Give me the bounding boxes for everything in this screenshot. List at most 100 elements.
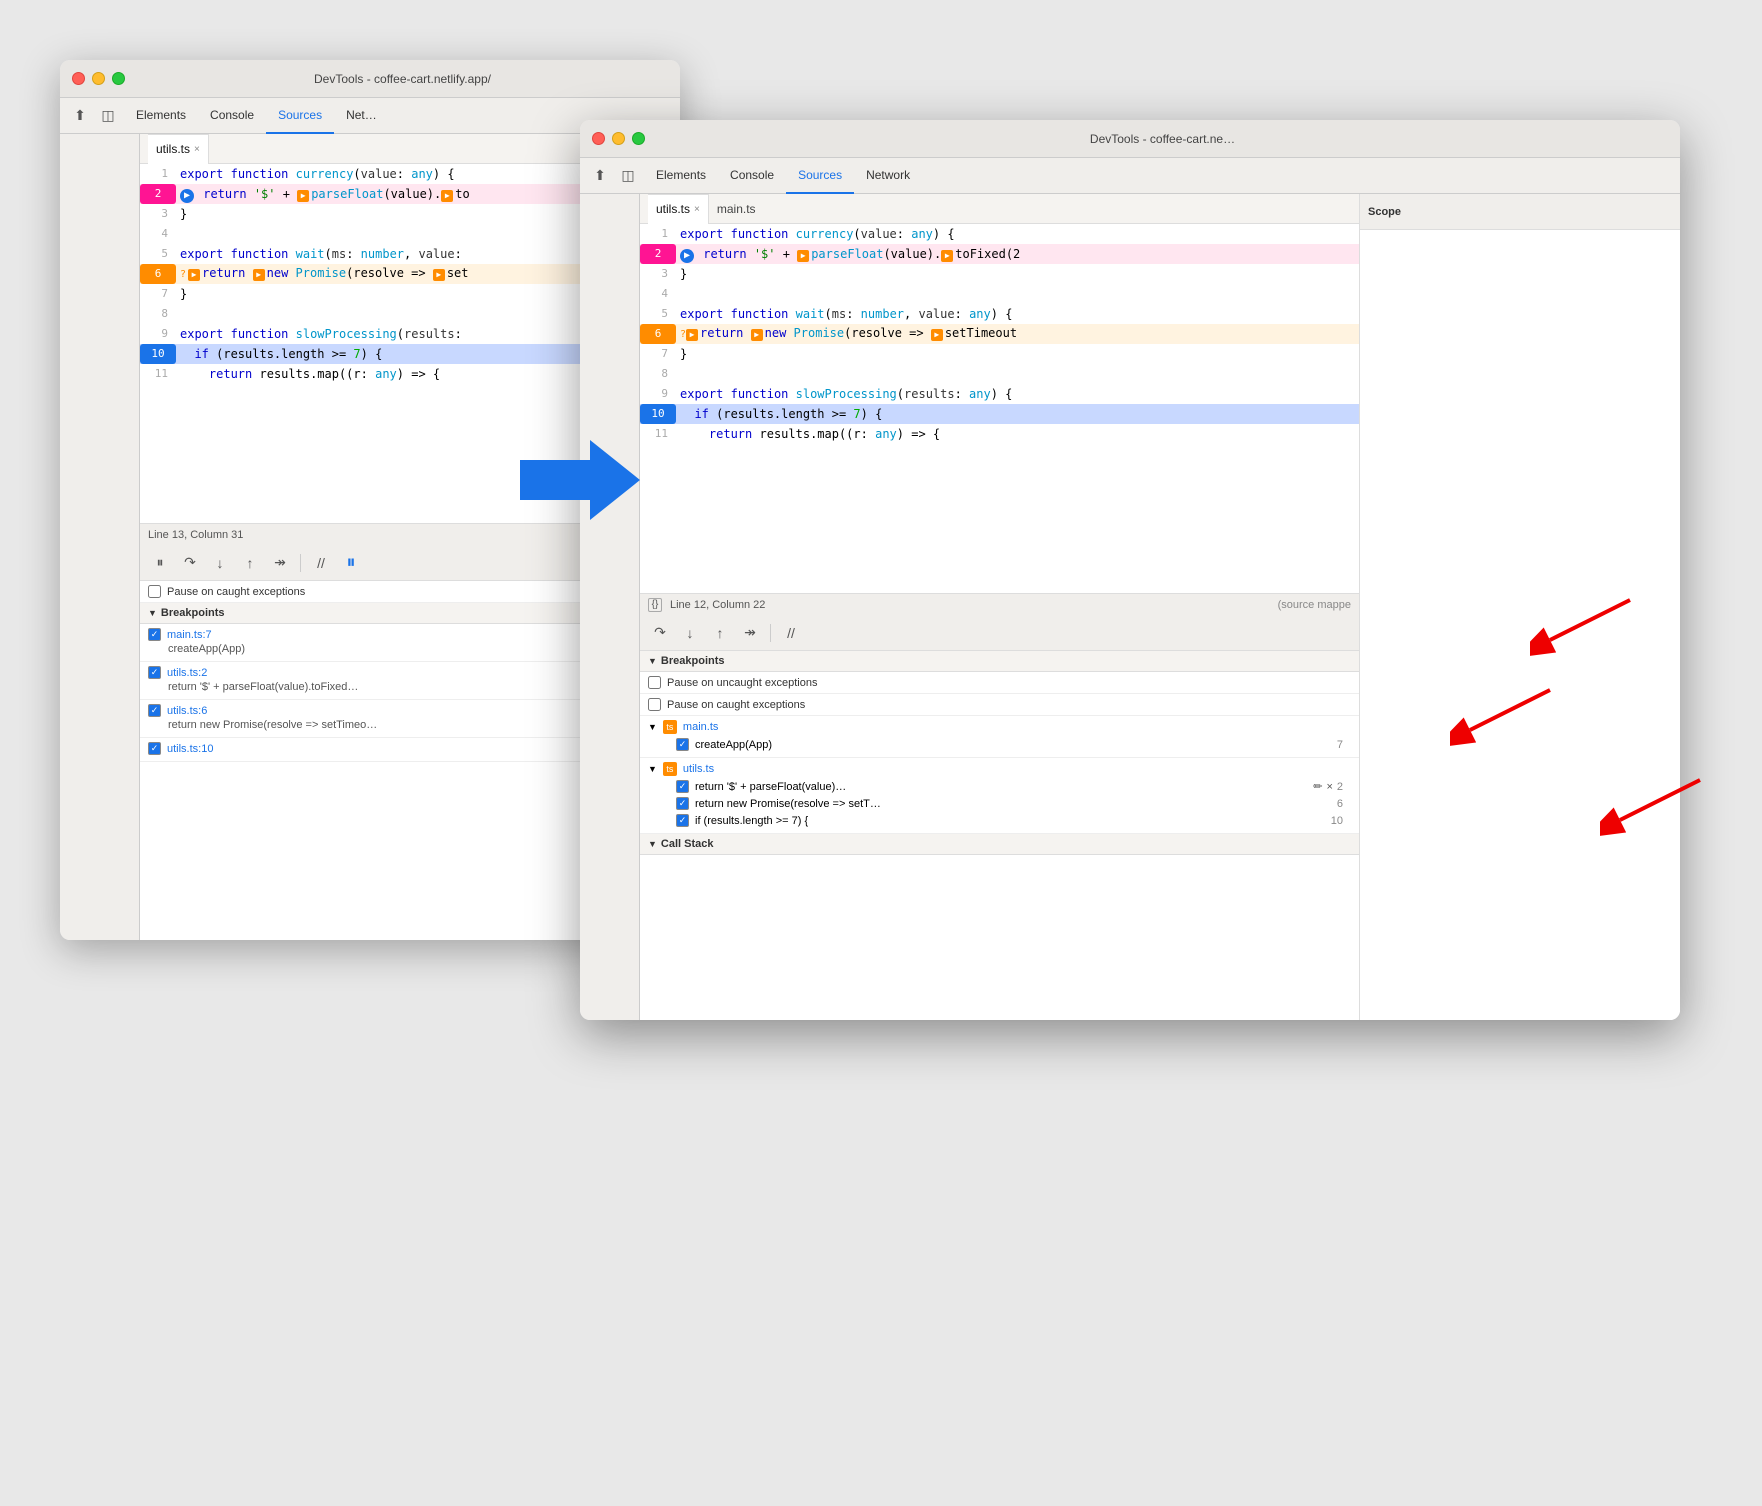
front-tab-elements[interactable]: Elements [644, 158, 718, 194]
front-sources-panel: utils.ts × main.ts 1 export function cur… [580, 194, 1680, 1020]
front-tab-network[interactable]: Network [854, 158, 922, 194]
main-bp-checkbox[interactable]: ✓ [148, 628, 161, 641]
front-breakpoints-arrow-icon: ▼ [648, 656, 657, 666]
front-pause-caught: Pause on caught exceptions [640, 694, 1359, 716]
createapp-line: 7 [1337, 739, 1343, 751]
step-into-button[interactable]: ↓ [208, 551, 232, 575]
utils6-checkbox[interactable]: ✓ [676, 797, 689, 810]
back-window-title: DevTools - coffee-cart.netlify.app/ [137, 72, 668, 86]
front-layers-icon[interactable]: ◫ [616, 164, 640, 188]
utils10-checkbox[interactable]: ✓ [676, 814, 689, 827]
front-window-title: DevTools - coffee-cart.ne… [657, 132, 1668, 146]
layers-icon[interactable]: ◫ [96, 104, 120, 128]
scope-label: Scope [1368, 206, 1401, 218]
minimize-button[interactable] [92, 72, 105, 85]
front-code-line-3: 3 } [640, 264, 1359, 284]
utils10-bp-checkbox[interactable]: ✓ [148, 742, 161, 755]
front-code-line-7: 7 } [640, 344, 1359, 364]
front-code-line-10: 10 if (results.length >= 7) { [640, 404, 1359, 424]
edit-bp-icon[interactable]: ✏ [1313, 780, 1322, 793]
utils-ts-label: utils.ts [683, 763, 714, 775]
front-code-panel: utils.ts × main.ts 1 export function cur… [640, 194, 1360, 1020]
front-deactivate-breakpoints-button[interactable]: // [779, 621, 803, 645]
front-tab-console[interactable]: Console [718, 158, 786, 194]
front-file-tabs: utils.ts × main.ts [640, 194, 1359, 224]
front-fullscreen-button[interactable] [632, 132, 645, 145]
close-button[interactable] [72, 72, 85, 85]
front-cursor-icon[interactable]: ⬆ [588, 164, 612, 188]
main-bp-label: main.ts:7 [167, 629, 212, 641]
cursor-icon[interactable]: ⬆ [68, 104, 92, 128]
front-bp-main-group: ▼ ts main.ts ✓ createApp(App) 7 [640, 716, 1359, 758]
main-bp-code: createApp(App) [168, 643, 245, 655]
pause-resume-button[interactable]: ⏸ [148, 551, 172, 575]
main-ts-label: main.ts [683, 721, 718, 733]
tab-sources[interactable]: Sources [266, 98, 334, 134]
tab-elements[interactable]: Elements [124, 98, 198, 134]
pause-exceptions-button[interactable]: ⏸ [339, 551, 363, 575]
front-step-over-button[interactable]: ↓ [678, 621, 702, 645]
front-breakpoints-panel: ▼ Breakpoints Pause on uncaught exceptio… [640, 651, 1359, 1020]
utils10-line: 10 [1331, 815, 1343, 827]
front-step-out-button[interactable]: ↠ [738, 621, 762, 645]
back-sources-sidebar [60, 134, 140, 940]
back-file-tab-close[interactable]: × [194, 144, 200, 155]
pause-caught-label: Pause on caught exceptions [167, 586, 305, 598]
breakpoints-header-label: Breakpoints [161, 607, 225, 619]
utils-ts-file-icon: ts [663, 762, 677, 776]
front-traffic-lights [592, 132, 645, 145]
tab-console[interactable]: Console [198, 98, 266, 134]
front-bp-utils-header[interactable]: ▼ ts utils.ts [648, 762, 1351, 776]
front-minimize-button[interactable] [612, 132, 625, 145]
utils2-bp-code: return '$' + parseFloat(value).toFixed… [168, 681, 358, 693]
front-close-button[interactable] [592, 132, 605, 145]
remove-bp-icon[interactable]: × [1326, 781, 1332, 793]
breakpoint-icon2: ▶ [441, 190, 453, 202]
front-status-right: (source mappe [1278, 599, 1351, 611]
step-over-button[interactable]: ↷ [178, 551, 202, 575]
utils2-line: 2 [1337, 781, 1343, 793]
front-bp-utils6: ✓ return new Promise(resolve => setT… 6 [648, 795, 1351, 812]
front-bp-utils-group: ▼ ts utils.ts ✓ return '$' + parseFloat(… [640, 758, 1359, 834]
front-step-into-button[interactable]: ↑ [708, 621, 732, 645]
call-stack-arrow-icon: ▼ [648, 839, 657, 849]
utils10-bp-label: utils.ts:10 [167, 743, 213, 755]
utils2-checkbox[interactable]: ✓ [676, 780, 689, 793]
source-map-icon: {} [648, 598, 662, 612]
tab-network[interactable]: Net… [334, 98, 389, 134]
red-arrow-uncaught [1530, 590, 1650, 675]
front-resume-button[interactable]: ↷ [648, 621, 672, 645]
front-code-line-4: 4 [640, 284, 1359, 304]
comparison-arrow [520, 440, 640, 525]
front-utils-tab-close[interactable]: × [694, 204, 700, 215]
front-code-line-5: 5 export function wait(ms: number, value… [640, 304, 1359, 324]
front-pause-caught-checkbox[interactable] [648, 698, 661, 711]
front-breakpoints-label: Breakpoints [661, 655, 725, 667]
front-file-tab-main[interactable]: main.ts [709, 194, 764, 224]
utils2-code: return '$' + parseFloat(value)… [695, 781, 846, 793]
front-status-bar: {} Line 12, Column 22 (source mappe [640, 593, 1359, 615]
continue-button[interactable]: ↠ [268, 551, 292, 575]
front-status-position: Line 12, Column 22 [670, 599, 765, 611]
front-breakpoints-header[interactable]: ▼ Breakpoints [640, 651, 1359, 672]
front-file-tab-utils[interactable]: utils.ts × [648, 194, 709, 224]
pause-caught-checkbox[interactable] [148, 585, 161, 598]
utils6-bp-checkbox[interactable]: ✓ [148, 704, 161, 717]
createapp-checkbox[interactable]: ✓ [676, 738, 689, 751]
fullscreen-button[interactable] [112, 72, 125, 85]
back-titlebar: DevTools - coffee-cart.netlify.app/ [60, 60, 680, 98]
debug-arrow-icon: ▶ [180, 189, 194, 203]
front-call-stack-header[interactable]: ▼ Call Stack [640, 834, 1359, 855]
step-out-button[interactable]: ↑ [238, 551, 262, 575]
front-pause-uncaught-checkbox[interactable] [648, 676, 661, 689]
utils2-bp-label: utils.ts:2 [167, 667, 207, 679]
front-tab-sources[interactable]: Sources [786, 158, 854, 194]
front-bp-main-header[interactable]: ▼ ts main.ts [648, 720, 1351, 734]
back-file-tab-utils[interactable]: utils.ts × [148, 134, 209, 164]
deactivate-breakpoints-button[interactable]: // [309, 551, 333, 575]
createapp-code: createApp(App) [695, 739, 772, 751]
utils2-bp-checkbox[interactable]: ✓ [148, 666, 161, 679]
front-code-line-1: 1 export function currency(value: any) { [640, 224, 1359, 244]
front-bp-main-createapp: ✓ createApp(App) 7 [648, 736, 1351, 753]
front-titlebar: DevTools - coffee-cart.ne… [580, 120, 1680, 158]
